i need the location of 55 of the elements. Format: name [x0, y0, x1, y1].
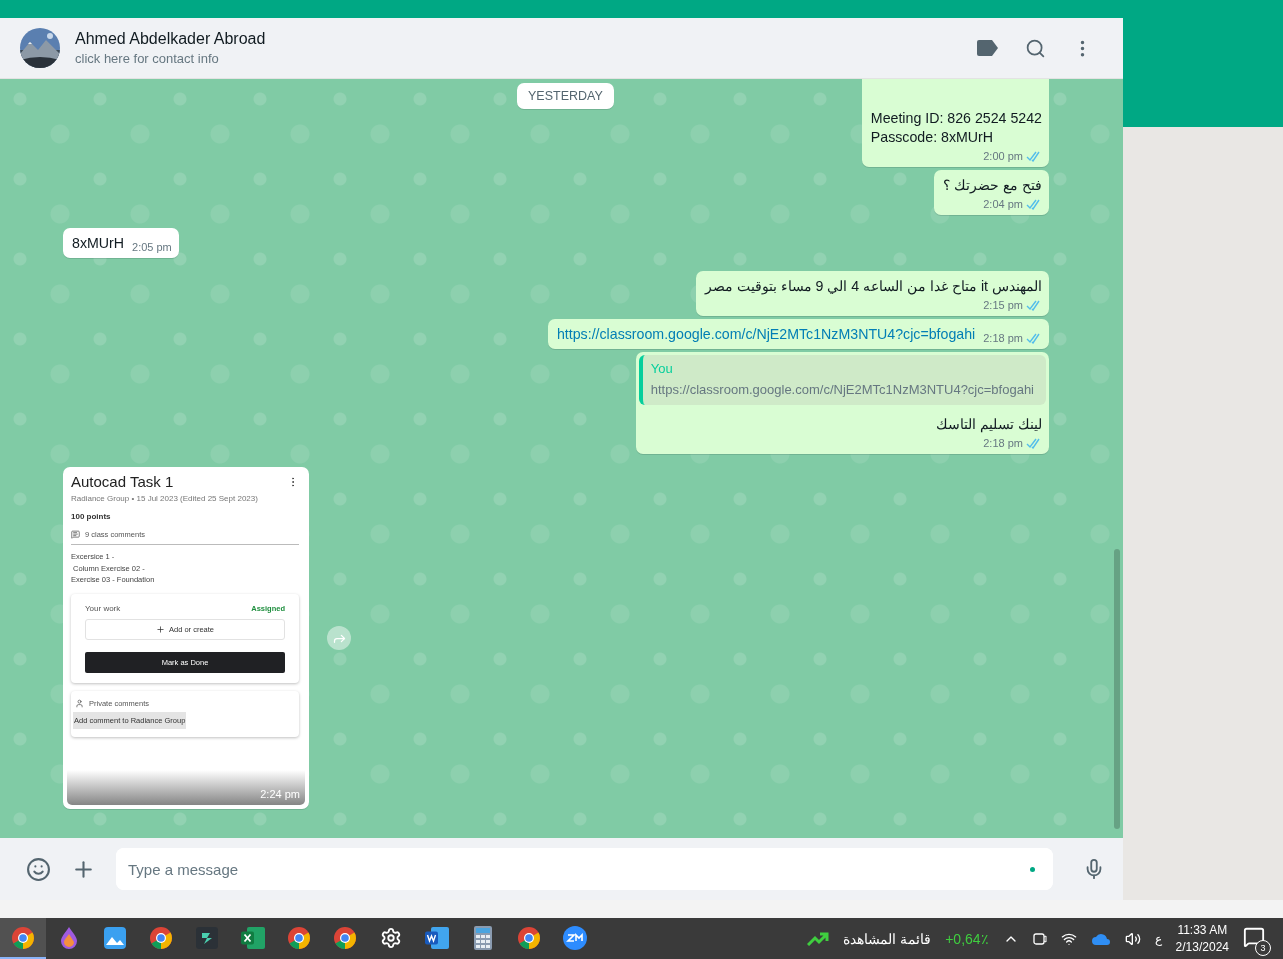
quote-author: You [650, 361, 674, 376]
notification-count: 3 [1255, 939, 1271, 956]
document-icon[interactable] [425, 926, 449, 949]
emoji-icon[interactable] [26, 856, 51, 882]
message-text: فتح مع حضرتك ؟ [943, 176, 1042, 195]
plus-icon [156, 624, 165, 634]
editor-icon[interactable] [196, 926, 218, 949]
spreadsheet-icon[interactable] [241, 926, 265, 949]
label-icon[interactable] [977, 40, 999, 56]
browser-icon[interactable] [333, 925, 357, 950]
browser-icon[interactable] [11, 925, 35, 950]
message-text: 8xMUrH [72, 234, 125, 253]
photo-icon[interactable] [104, 926, 126, 949]
scrollbar[interactable] [1114, 549, 1120, 829]
message-time: 2:00 pm [983, 150, 1023, 162]
quoted-message[interactable]: You https://classroom.google.com/c/NjE2MTc1NzM3NTU4?cjc=bfogahi [638, 355, 1046, 405]
assignment-meta: Radiance Group • 15 Jul 2023 (Edited 25 Sept 2023) [71, 494, 259, 503]
message-text: Passcode: 8xMUrH [870, 128, 995, 147]
browser-icon[interactable] [287, 925, 311, 950]
video-call-icon[interactable] [563, 925, 587, 950]
watchlist-label[interactable]: قائمة المشاهدة [843, 930, 932, 947]
message-text: Meeting ID: 826 2524 5242 [870, 109, 1042, 128]
browser-icon[interactable] [149, 925, 173, 950]
assignment-points: 100 points [71, 512, 112, 521]
gear-icon[interactable] [380, 926, 402, 949]
message-time: 2:04 pm [983, 198, 1023, 210]
calculator-icon[interactable] [474, 925, 492, 950]
image-message[interactable] [63, 467, 309, 809]
clock-date[interactable]: 2/13/2024 [1175, 940, 1229, 954]
person-icon [75, 698, 84, 708]
contact-name[interactable]: Ahmed Abdelkader Abroad [75, 30, 962, 48]
message-time: 2:18 pm [983, 437, 1023, 449]
message-time: 2:15 pm [983, 299, 1023, 311]
contact-subtitle[interactable]: click here for contact info [75, 51, 962, 66]
message-field[interactable]: Type a message [116, 848, 1053, 890]
message-time: 2:24 pm [260, 788, 300, 800]
message-link[interactable]: https://classroom.google.com/c/NjE2MTc1NzM3NTU4?cjc=bfogahi [556, 325, 976, 344]
assignment-title: Autocad Task 1 [71, 473, 174, 490]
droplet-icon[interactable] [59, 925, 79, 950]
quote-text: https://classroom.google.com/c/NjE2MTc1NzM3NTU4?cjc=bfogahi [650, 382, 1034, 397]
date-chip: YESTERDAY [517, 83, 614, 109]
ticker-change[interactable]: +0,64٪ [945, 930, 989, 947]
cloud-icon[interactable] [1090, 931, 1111, 946]
message-text: المهندس it متاح غدا من الساعه 4 الي 9 مساء بتوقيت مصر [704, 277, 1042, 296]
volume-icon[interactable] [1124, 930, 1141, 947]
clock-time[interactable]: 11:33 AM [1177, 923, 1228, 937]
search-icon[interactable] [1025, 37, 1046, 59]
your-work-label: Your work [85, 603, 121, 613]
message-time: 2:05 pm [132, 241, 172, 253]
comment-icon [71, 530, 80, 539]
message-time: 2:18 pm [983, 332, 1023, 344]
browser-icon[interactable] [517, 925, 541, 950]
message-text: لينك تسليم التاسك [936, 415, 1042, 434]
language-indicator[interactable]: ع [1154, 931, 1162, 946]
trend-up-icon[interactable] [807, 931, 830, 946]
